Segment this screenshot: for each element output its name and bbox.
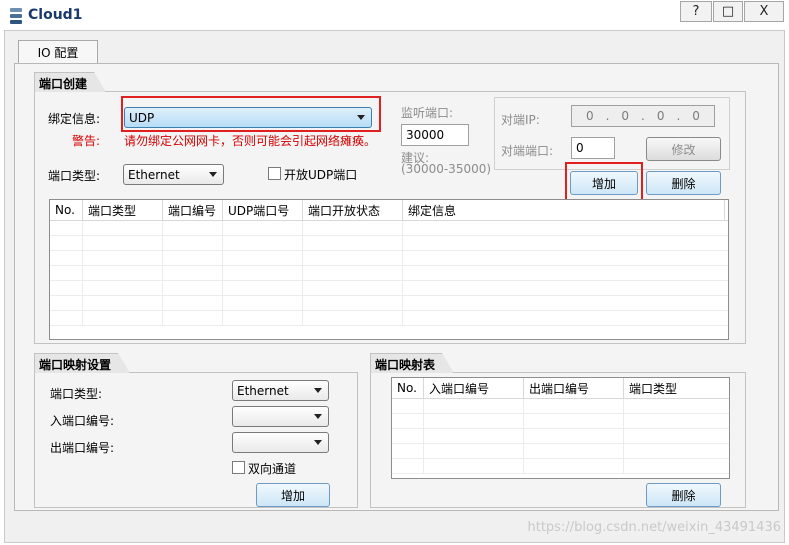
table-row xyxy=(50,266,728,281)
peer-ip-octet-4: 0 xyxy=(692,109,700,123)
peer-port-label: 对端端口: xyxy=(501,144,554,158)
listen-port-input[interactable]: 30000 xyxy=(401,124,469,146)
mapping-type-value: Ethernet xyxy=(237,383,289,398)
in-port-select[interactable] xyxy=(232,406,329,427)
open-udp-label: 开放UDP端口 xyxy=(284,168,358,182)
table-row xyxy=(392,444,729,459)
add-mapping-button[interactable]: 增加 xyxy=(256,483,330,507)
modify-button[interactable]: 修改 xyxy=(646,137,721,161)
window-title: Cloud1 xyxy=(28,7,83,23)
port-mapping-settings-title: 端口映射设置 xyxy=(34,353,130,373)
warning-text: 请勿绑定公网网卡，否则可能会引起网络瘫痪。 xyxy=(124,134,377,148)
title-bar: Cloud1 ? □ X xyxy=(0,0,789,30)
peer-ip-label: 对端IP: xyxy=(501,113,540,127)
port-type-label: 端口类型: xyxy=(48,169,101,183)
col-open-status: 端口开放状态 xyxy=(303,200,403,220)
col-port-number: 端口编号 xyxy=(163,200,223,220)
col-no: No. xyxy=(50,200,83,220)
cloud-app-icon xyxy=(10,8,22,24)
chevron-down-icon xyxy=(314,388,322,393)
watermark-text: https://blog.csdn.net/weixin_43491436 xyxy=(527,520,781,535)
port-table: No. 端口类型 端口编号 UDP端口号 端口开放状态 绑定信息 xyxy=(49,199,729,340)
bidirectional-label: 双向通道 xyxy=(248,462,297,476)
warning-label: 警告: xyxy=(72,134,101,148)
peer-ip-octet-2: 0 xyxy=(621,109,630,123)
delete-port-button[interactable]: 删除 xyxy=(646,171,721,195)
port-type-select[interactable]: Ethernet xyxy=(123,164,224,185)
out-port-select[interactable] xyxy=(232,432,329,453)
port-create-title: 端口创建 xyxy=(34,72,106,92)
chevron-down-icon xyxy=(209,172,217,177)
bind-highlight-box xyxy=(121,96,381,132)
table-row xyxy=(392,459,729,474)
tab-io-config[interactable]: IO 配置 xyxy=(18,40,98,64)
bidirectional-checkbox[interactable] xyxy=(232,461,245,474)
table-row xyxy=(50,221,728,236)
port-mapping-table-title: 端口映射表 xyxy=(370,353,454,373)
peer-ip-input[interactable]: 0. 0. 0. 0 xyxy=(571,105,715,127)
in-port-label: 入端口编号: xyxy=(50,414,115,428)
mapping-table: No. 入端口编号 出端口编号 端口类型 xyxy=(391,377,730,479)
col-udp-port: UDP端口号 xyxy=(223,200,303,220)
chevron-down-icon xyxy=(314,440,322,445)
mapping-type-select[interactable]: Ethernet xyxy=(232,380,329,401)
chevron-down-icon xyxy=(314,414,322,419)
add-highlight-box xyxy=(565,162,643,204)
maximize-button[interactable]: □ xyxy=(713,1,743,22)
advice-range: (30000-35000) xyxy=(401,162,492,176)
close-button[interactable]: X xyxy=(744,1,784,22)
out-port-label: 出端口编号: xyxy=(50,441,115,455)
col-in-port: 入端口编号 xyxy=(424,378,524,398)
table-row xyxy=(392,414,729,429)
open-udp-checkbox[interactable] xyxy=(268,167,281,180)
table-row xyxy=(50,236,728,251)
table-header-row: No. 端口类型 端口编号 UDP端口号 端口开放状态 绑定信息 xyxy=(50,200,728,221)
peer-port-input[interactable]: 0 xyxy=(571,137,615,159)
table-row xyxy=(50,251,728,266)
table-header-row: No. 入端口编号 出端口编号 端口类型 xyxy=(392,378,729,399)
table-row xyxy=(392,399,729,414)
bind-label: 绑定信息: xyxy=(48,112,101,126)
mapping-type-label: 端口类型: xyxy=(50,387,103,401)
col-port-type: 端口类型 xyxy=(83,200,163,220)
col-port-type: 端口类型 xyxy=(629,381,678,396)
help-button[interactable]: ? xyxy=(680,1,712,22)
table-row xyxy=(50,311,728,326)
table-row xyxy=(50,281,728,296)
col-no: No. xyxy=(392,378,424,398)
peer-ip-octet-3: 0 xyxy=(656,109,665,123)
col-out-port: 出端口编号 xyxy=(524,378,624,398)
listen-port-label: 监听端口: xyxy=(401,106,454,120)
table-row xyxy=(392,429,729,444)
delete-mapping-button[interactable]: 删除 xyxy=(646,483,721,507)
port-type-value: Ethernet xyxy=(128,167,180,182)
table-row xyxy=(50,296,728,311)
peer-ip-octet-1: 0 xyxy=(585,109,594,123)
col-bind-info: 绑定信息 xyxy=(403,200,725,220)
